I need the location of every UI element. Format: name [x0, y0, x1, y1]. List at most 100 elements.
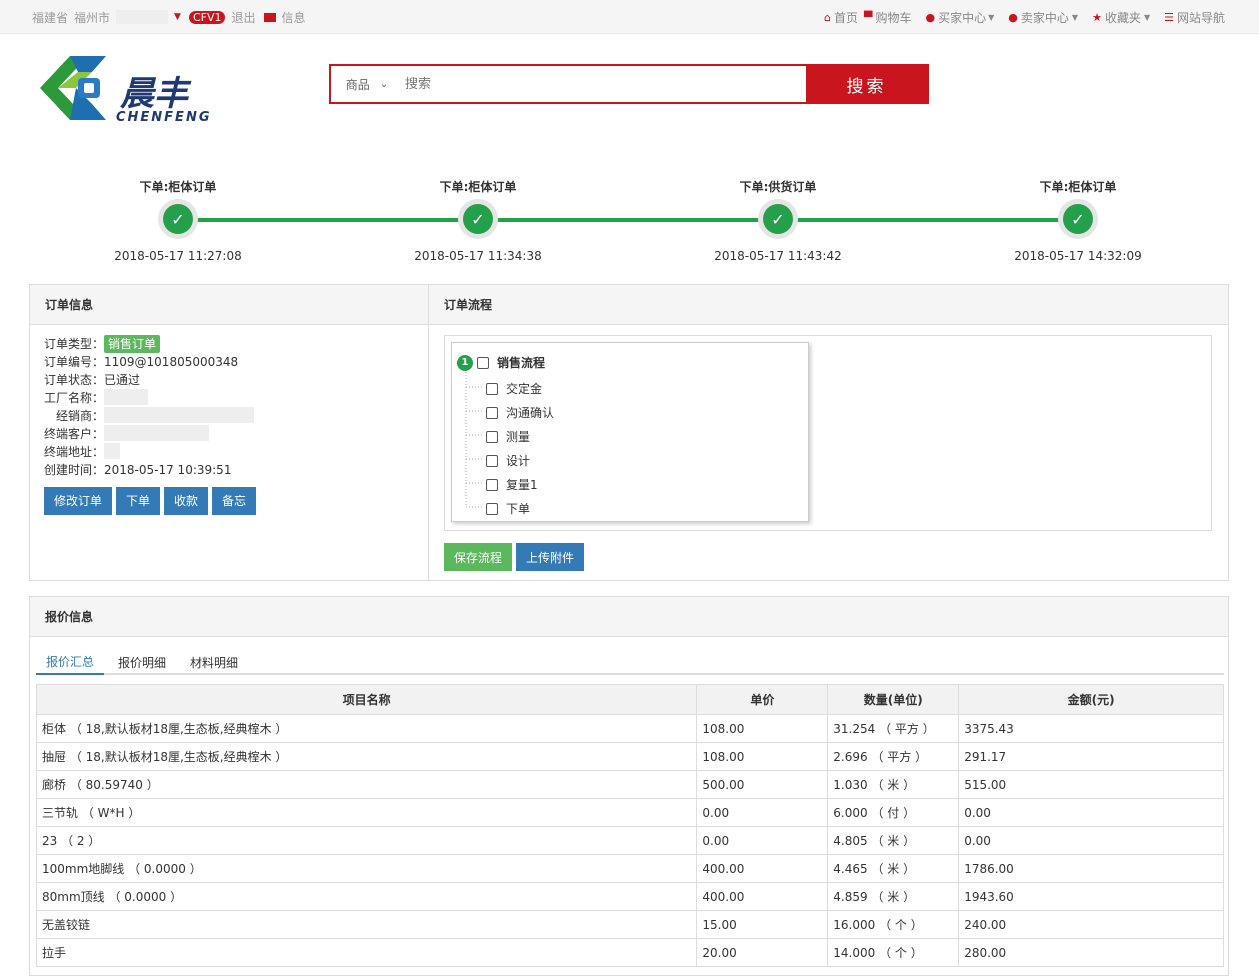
upload-attachment-button[interactable]: 上传附件	[516, 543, 585, 571]
table-cell: 廊桥 （ 80.59740 ）	[35, 770, 698, 799]
table-cell: 0.00	[958, 798, 1224, 827]
step-title: 下单:供货订单	[739, 180, 817, 194]
nav-seller-label: 卖家中心	[1020, 10, 1069, 25]
messages-link[interactable]: 信息	[282, 9, 306, 26]
dealer-label: 经销商：	[55, 409, 104, 423]
table-cell: 1.030 （ 米 ）	[827, 770, 960, 799]
chevron-down-icon: ⌄	[379, 78, 389, 90]
table-cell: 500.00	[696, 770, 829, 799]
flow-node-label: 测量	[506, 430, 531, 444]
order-status-label: 订单状态：	[44, 373, 105, 387]
flow-node-remeasure[interactable]: 复量1	[486, 476, 538, 493]
step-title: 下单:柜体订单	[439, 180, 517, 194]
quote-panel: 报价信息 报价汇总 报价明细 材料明细 项目名称 单价 数量(单位) 金额(元)…	[29, 596, 1229, 976]
tab-quote-detail[interactable]: 报价明细	[108, 649, 176, 675]
chevron-down-icon[interactable]: ▼	[174, 12, 181, 22]
table-cell: 291.17	[958, 742, 1224, 771]
table-row: 80mm顶线 （ 0.0000 ） 400.00 4.859 （ 米 ） 1943.6…	[35, 882, 1224, 911]
nav-seller-center[interactable]: ● 卖家中心 ▼	[1008, 9, 1078, 26]
step-number-badge: 1	[457, 354, 473, 371]
step-time: 2018-05-17 11:27:08	[114, 249, 242, 263]
save-flow-button[interactable]: 保存流程	[444, 543, 513, 571]
chevron-down-icon: ▼	[988, 12, 995, 22]
table-cell: 0.00	[958, 826, 1224, 855]
search-button[interactable]: 搜索	[806, 66, 927, 102]
province-label[interactable]: 福建省	[32, 9, 68, 26]
search-category-select[interactable]: 商品 ⌄	[331, 66, 403, 102]
check-icon: ✓	[1063, 204, 1093, 234]
nav-cart[interactable]: ▀ 购物车	[864, 9, 911, 26]
table-cell: 0.00	[696, 798, 829, 827]
nav-home[interactable]: ⌂ 首页	[824, 9, 858, 26]
logout-link[interactable]: 退出	[231, 9, 255, 26]
order-info-panel: 订单信息 订单类型： 销售订单 订单编号： 1109@101805000348 订单…	[30, 285, 429, 580]
flow-checkbox[interactable]	[486, 430, 498, 443]
flow-checkbox[interactable]	[486, 406, 498, 419]
payment-button[interactable]: 收款	[164, 487, 209, 515]
flow-container: 1 销售流程 交定金 沟通确认 测量 设计 复量1 下单	[444, 335, 1212, 531]
table-cell: 4.859 （ 米 ）	[827, 882, 960, 911]
nav-favorites-label: 收藏夹	[1104, 10, 1141, 25]
table-row: 23 （ 2 ） 0.00 4.805 （ 米 ） 0.00	[35, 826, 1224, 855]
table-cell: 400.00	[696, 882, 829, 911]
flow-checkbox[interactable]	[486, 382, 498, 395]
header: 晨丰 CHENFENG 商品 ⌄ 搜索	[0, 34, 1259, 144]
table-cell: 16.000 （ 个 ）	[827, 910, 960, 939]
flow-node-label: 下单	[506, 502, 531, 516]
flow-node-deposit[interactable]: 交定金	[486, 380, 542, 397]
col-quantity: 数量(单位)	[827, 684, 960, 715]
flow-node-label: 设计	[506, 454, 531, 468]
order-actions: 修改订单 下单 收款 备忘	[44, 487, 414, 515]
version-badge[interactable]: CFV1	[188, 10, 226, 24]
search-bar: 商品 ⌄ 搜索	[329, 64, 929, 104]
table-cell: 无盖铰链	[35, 910, 698, 939]
step-4: 下单:柜体订单 ✓ 2018-05-17 14:32:09	[998, 178, 1158, 263]
place-order-button[interactable]: 下单	[116, 487, 161, 515]
flow-node-order[interactable]: 下单	[486, 500, 530, 517]
quote-title: 报价信息	[30, 597, 1228, 637]
flow-node-label: 复量1	[506, 478, 538, 492]
flow-node-communicate[interactable]: 沟通确认	[486, 404, 554, 421]
flow-root-label: 销售流程	[497, 356, 546, 370]
location-area: 福建省 福州市 ▼ CFV1 退出 信息	[32, 0, 312, 34]
chenfeng-logo[interactable]: 晨丰 CHENFENG	[30, 48, 230, 130]
order-info-body: 订单类型： 销售订单 订单编号： 1109@101805000348 订单状态： 已通…	[30, 325, 428, 525]
table-cell: 4.805 （ 米 ）	[827, 826, 960, 855]
flow-checkbox[interactable]	[486, 454, 498, 467]
step-time: 2018-05-17 11:43:42	[714, 249, 842, 263]
step-2: 下单:柜体订单 ✓ 2018-05-17 11:34:38	[398, 178, 558, 263]
user-icon: ●	[925, 10, 936, 24]
nav-cart-label: 购物车	[875, 10, 912, 25]
edit-order-button[interactable]: 修改订单	[44, 487, 113, 515]
flow-node-design[interactable]: 设计	[486, 452, 530, 469]
cart-icon: ▀	[864, 10, 873, 24]
top-nav: ⌂ 首页 ▀ 购物车 ● 买家中心 ▼ ● 卖家中心 ▼ ★ 收藏夹 ▼ ☰ 网站导航	[810, 0, 1225, 34]
step-circle: ✓	[458, 199, 498, 239]
table-cell: 23 （ 2 ）	[35, 826, 698, 855]
search-input[interactable]	[403, 66, 806, 102]
logo-text-cn: 晨丰	[120, 74, 188, 114]
nav-buyer-label: 买家中心	[938, 10, 987, 25]
tab-material-detail[interactable]: 材料明细	[180, 649, 248, 675]
table-cell: 31.254 （ 平方 ）	[827, 714, 960, 743]
nav-buyer-center[interactable]: ● 买家中心 ▼	[926, 9, 995, 26]
memo-button[interactable]: 备忘	[212, 487, 257, 515]
city-label[interactable]: 福州市	[74, 9, 110, 26]
flow-checkbox[interactable]	[486, 502, 498, 515]
step-3: 下单:供货订单 ✓ 2018-05-17 11:43:42	[698, 178, 858, 263]
table-cell: 2.696 （ 平方 ）	[827, 742, 960, 771]
nav-favorites[interactable]: ★ 收藏夹 ▼	[1092, 9, 1150, 26]
table-cell: 6.000 （ 付 ）	[827, 798, 960, 827]
nav-site-map[interactable]: ☰ 网站导航	[1164, 9, 1225, 26]
col-unit-price: 单价	[696, 684, 829, 715]
step-circle: ✓	[758, 199, 798, 239]
table-cell: 4.465 （ 米 ）	[827, 854, 960, 883]
table-cell: 3375.43	[958, 714, 1224, 743]
flow-root-node[interactable]: 1 销售流程	[457, 354, 545, 371]
tab-quote-summary[interactable]: 报价汇总	[36, 649, 105, 675]
flow-root-checkbox[interactable]	[477, 356, 489, 369]
address-label: 终端地址：	[44, 445, 105, 459]
flow-checkbox[interactable]	[486, 478, 498, 491]
flow-node-measure[interactable]: 测量	[486, 428, 530, 445]
order-status-value: 已通过	[104, 373, 141, 387]
